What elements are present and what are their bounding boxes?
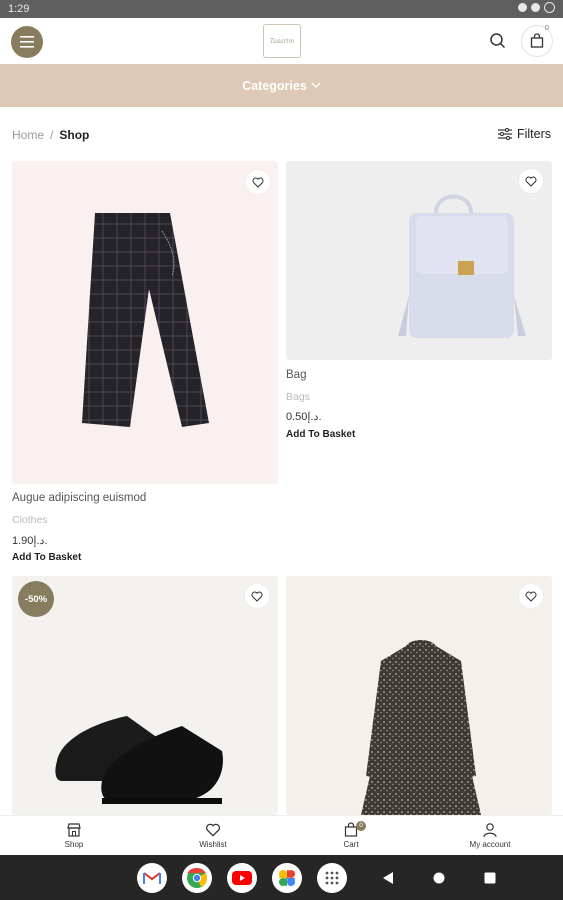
filters-button[interactable]: Filters [497,127,551,141]
status-icons [518,2,555,13]
nav-cart-label: Cart [343,840,359,849]
wishlist-button[interactable] [245,584,269,608]
cart-count-badge: 0 [356,821,366,831]
wishlist-button[interactable] [519,169,543,193]
lavender-backpack-image [398,194,526,338]
filter-sliders-icon [497,128,512,140]
product-price: 1.90د.إ. [12,535,48,547]
product-category[interactable]: Clothes [12,514,48,526]
status-bar: 1:29 [0,0,563,18]
shopping-bag-icon [530,33,544,48]
wishlist-button[interactable] [246,170,270,194]
floral-dress-image [361,640,481,815]
pinwheel-icon [279,870,295,886]
app-drawer-button[interactable] [317,863,347,893]
youtube-icon [232,871,252,885]
product-image[interactable]: -50% [12,576,278,815]
gmail-icon [143,872,161,884]
discount-label: -50% [24,593,48,605]
header-cart-count: 0 [545,25,549,32]
nav-wishlist-label: Wishlist [199,840,227,849]
nav-wishlist[interactable]: Wishlist [178,820,248,849]
search-icon [490,33,506,49]
add-to-basket-button[interactable]: Add To Basket [286,429,355,440]
battery-icon [544,2,555,13]
signal-icon [531,3,540,12]
product-category[interactable]: Bags [286,391,310,403]
back-button[interactable] [382,871,394,885]
breadcrumb-home[interactable]: Home [12,128,44,142]
product-price: 0.50د.إ. [286,411,322,423]
recents-button[interactable] [484,872,496,884]
nav-shop[interactable]: Shop [39,820,109,849]
filters-label: Filters [516,127,551,141]
product-image[interactable] [12,161,278,484]
app-header: Tasarim 0 [0,18,563,64]
wishlist-button[interactable] [519,584,543,608]
chrome-app-icon[interactable] [182,863,212,893]
home-button[interactable] [433,872,445,884]
wifi-icon [518,3,527,12]
nav-shop-label: Shop [64,840,84,849]
photos-app-icon[interactable] [272,863,302,893]
product-image[interactable] [286,576,552,815]
heart-icon [525,176,537,187]
nav-cart[interactable]: 0 Cart [316,820,386,849]
black-sneakers-image [55,716,223,804]
menu-button[interactable] [11,26,43,58]
store-icon [67,823,81,837]
chevron-down-icon [311,82,321,88]
heart-icon [205,823,221,837]
system-navigation-bar [0,855,563,900]
breadcrumb-separator: / [50,128,54,142]
gmail-app-icon[interactable] [137,863,167,893]
product-image[interactable] [286,161,552,360]
youtube-app-icon[interactable] [227,863,257,893]
breadcrumb: Home / Shop [12,128,89,142]
brand-logo[interactable]: Tasarim [263,24,301,58]
status-time: 1:29 [8,3,30,15]
discount-badge: -50% [18,581,54,617]
checkered-trousers-image [82,213,209,427]
product-name[interactable]: Augue adipiscing euismod [12,492,146,504]
categories-label: Categories [242,78,307,93]
chrome-icon [187,867,207,888]
heart-icon [251,591,263,602]
heart-icon [252,177,264,188]
hamburger-icon [20,36,34,48]
heart-icon [525,591,537,602]
search-button[interactable] [488,31,508,51]
nav-account[interactable]: My account [455,820,525,849]
user-icon [483,823,497,838]
breadcrumb-current: Shop [59,128,90,142]
bottom-navigation: Shop Wishlist 0 Cart My account [0,815,563,855]
logo-text: Tasarim [269,37,295,45]
categories-dropdown[interactable]: Categories [0,64,563,107]
add-to-basket-button[interactable]: Add To Basket [12,552,81,563]
product-name[interactable]: Bag [286,369,306,381]
apps-grid-icon [325,871,339,885]
nav-account-label: My account [469,840,511,849]
